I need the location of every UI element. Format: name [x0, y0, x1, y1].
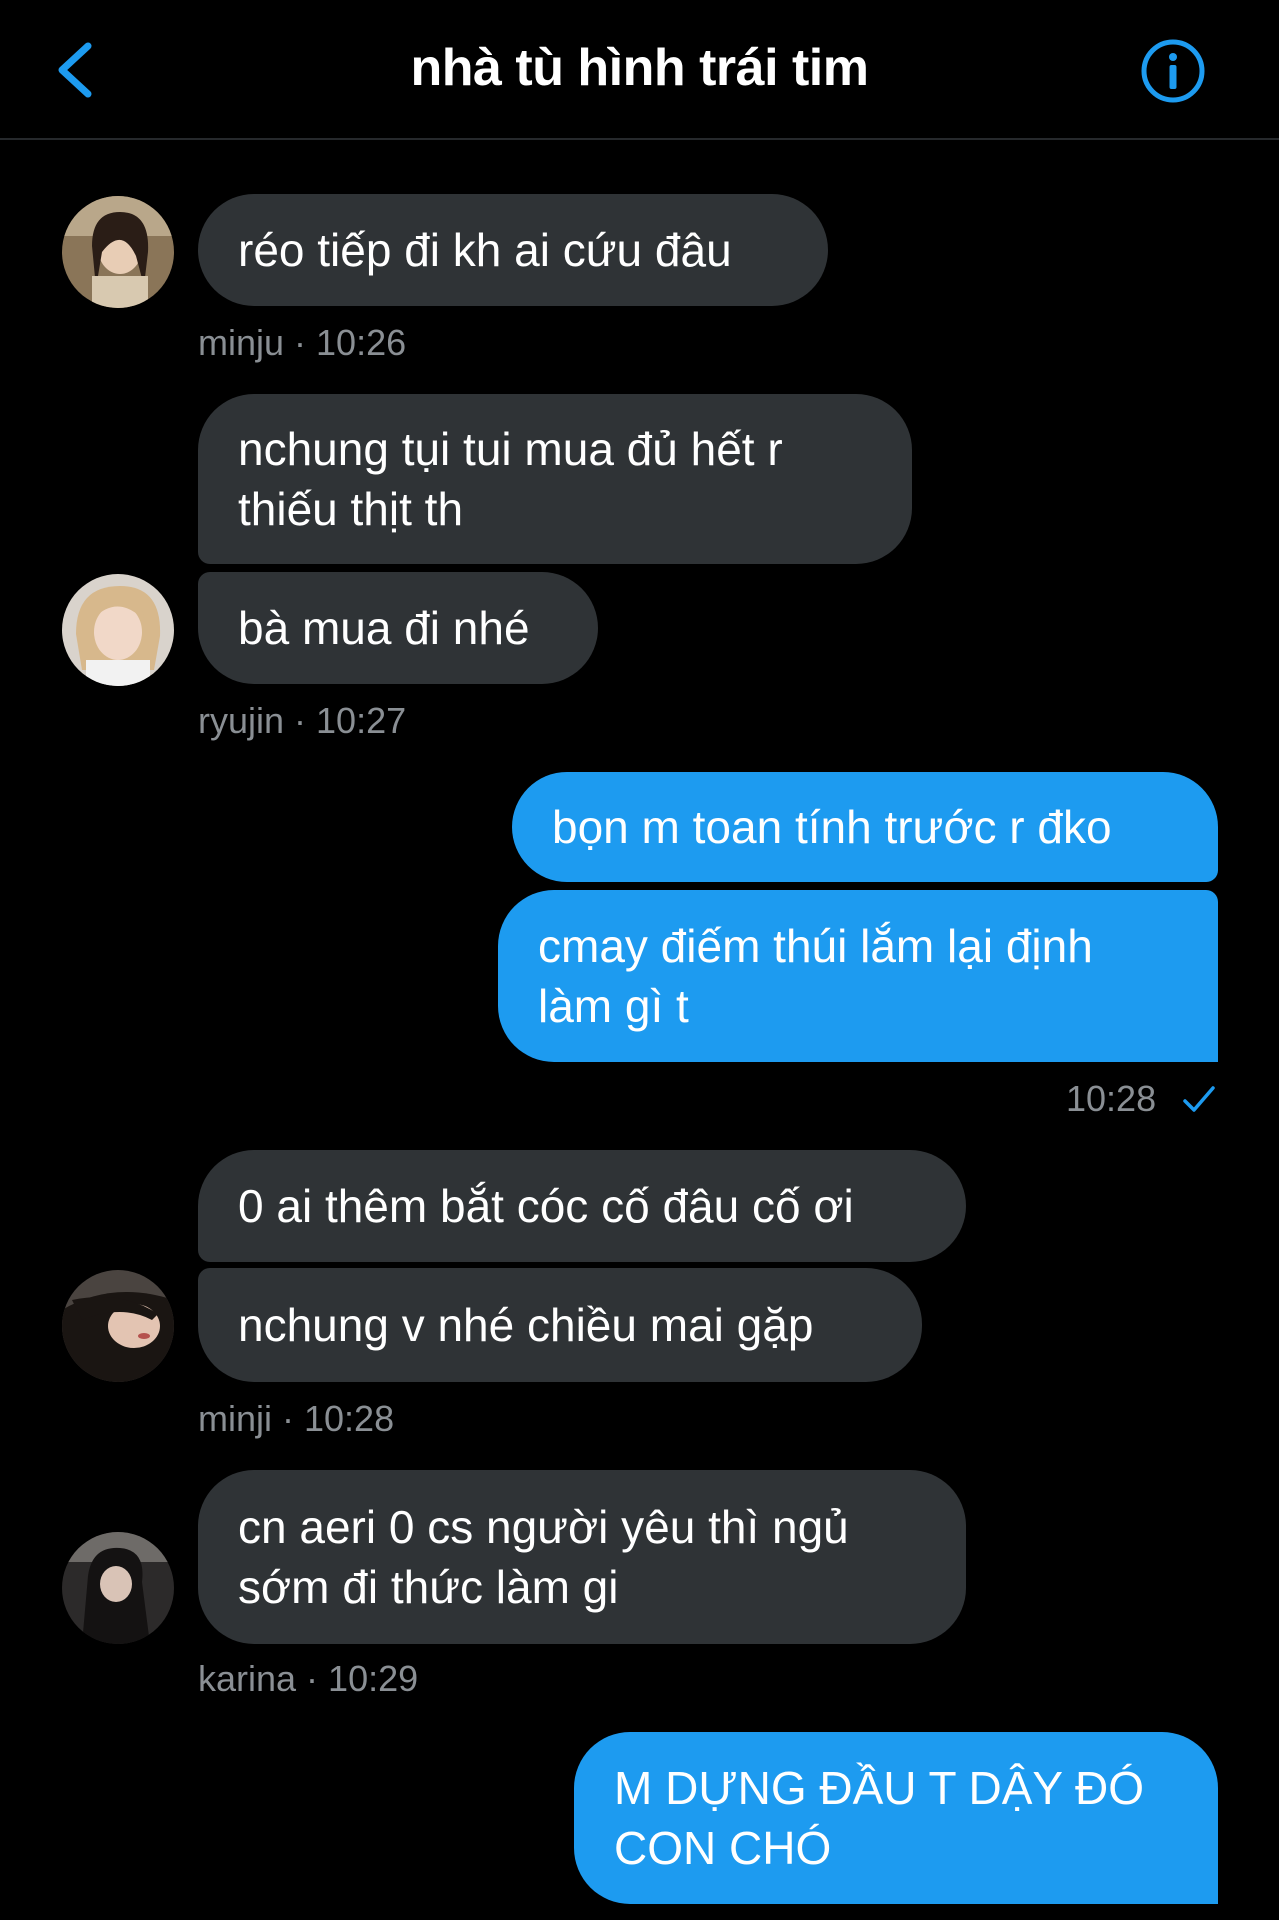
message-bubble[interactable]: réo tiếp đi kh ai cứu đâu — [198, 194, 828, 306]
message-time: 10:28 — [1066, 1078, 1157, 1119]
message-meta: karina · 10:29 — [198, 1658, 419, 1699]
message-text: cmay điếm thúi lắm lại định làm gì t — [538, 920, 1093, 1032]
message-bubble[interactable]: bà mua đi nhé — [198, 572, 598, 684]
message-bubble[interactable]: nchung v nhé chiều mai gặp — [198, 1268, 922, 1382]
message-bubble-outgoing[interactable]: cmay điếm thúi lắm lại định làm gì t — [498, 890, 1218, 1062]
avatar-minji[interactable] — [62, 1270, 174, 1382]
message-text: réo tiếp đi kh ai cứu đâu — [238, 224, 732, 276]
avatar-ryujin[interactable] — [62, 574, 174, 686]
message-bubble[interactable]: cn aeri 0 cs người yêu thì ngủ sớm đi th… — [198, 1470, 966, 1644]
message-text: M DỰNG ĐẦU T DẬY ĐÓ CON CHÓ — [614, 1762, 1145, 1874]
avatar-minju[interactable] — [62, 196, 174, 308]
checkmark-icon — [1183, 1086, 1215, 1112]
message-text: cn aeri 0 cs người yêu thì ngủ sớm đi th… — [238, 1501, 849, 1613]
conversation-title: nhà tù hình trái tim — [410, 39, 869, 97]
message-text: bọn m toan tính trước r đko — [552, 801, 1112, 853]
conversation-header: nhà tù hình trái tim — [0, 0, 1279, 140]
message-text: 0 ai thêm bắt cóc cố đâu cố ơi — [238, 1180, 854, 1232]
message-meta: minji · 10:28 — [198, 1398, 395, 1439]
message-bubble[interactable]: nchung tụi tui mua đủ hết r thiếu thịt t… — [198, 394, 912, 564]
message-bubble-outgoing[interactable]: bọn m toan tính trước r đko — [512, 772, 1218, 882]
info-circle-icon[interactable] — [1140, 38, 1206, 104]
message-text: nchung tụi tui mua đủ hết r thiếu thịt t… — [238, 423, 783, 535]
avatar-karina[interactable] — [62, 1532, 174, 1644]
message-text: bà mua đi nhé — [238, 602, 530, 654]
message-meta: ryujin · 10:27 — [198, 700, 407, 741]
message-text: nchung v nhé chiều mai gặp — [238, 1299, 814, 1351]
message-meta: minju · 10:26 — [198, 322, 407, 363]
message-bubble[interactable]: 0 ai thêm bắt cóc cố đâu cố ơi — [198, 1150, 966, 1262]
message-bubble-outgoing[interactable]: M DỰNG ĐẦU T DẬY ĐÓ CON CHÓ — [574, 1732, 1218, 1904]
